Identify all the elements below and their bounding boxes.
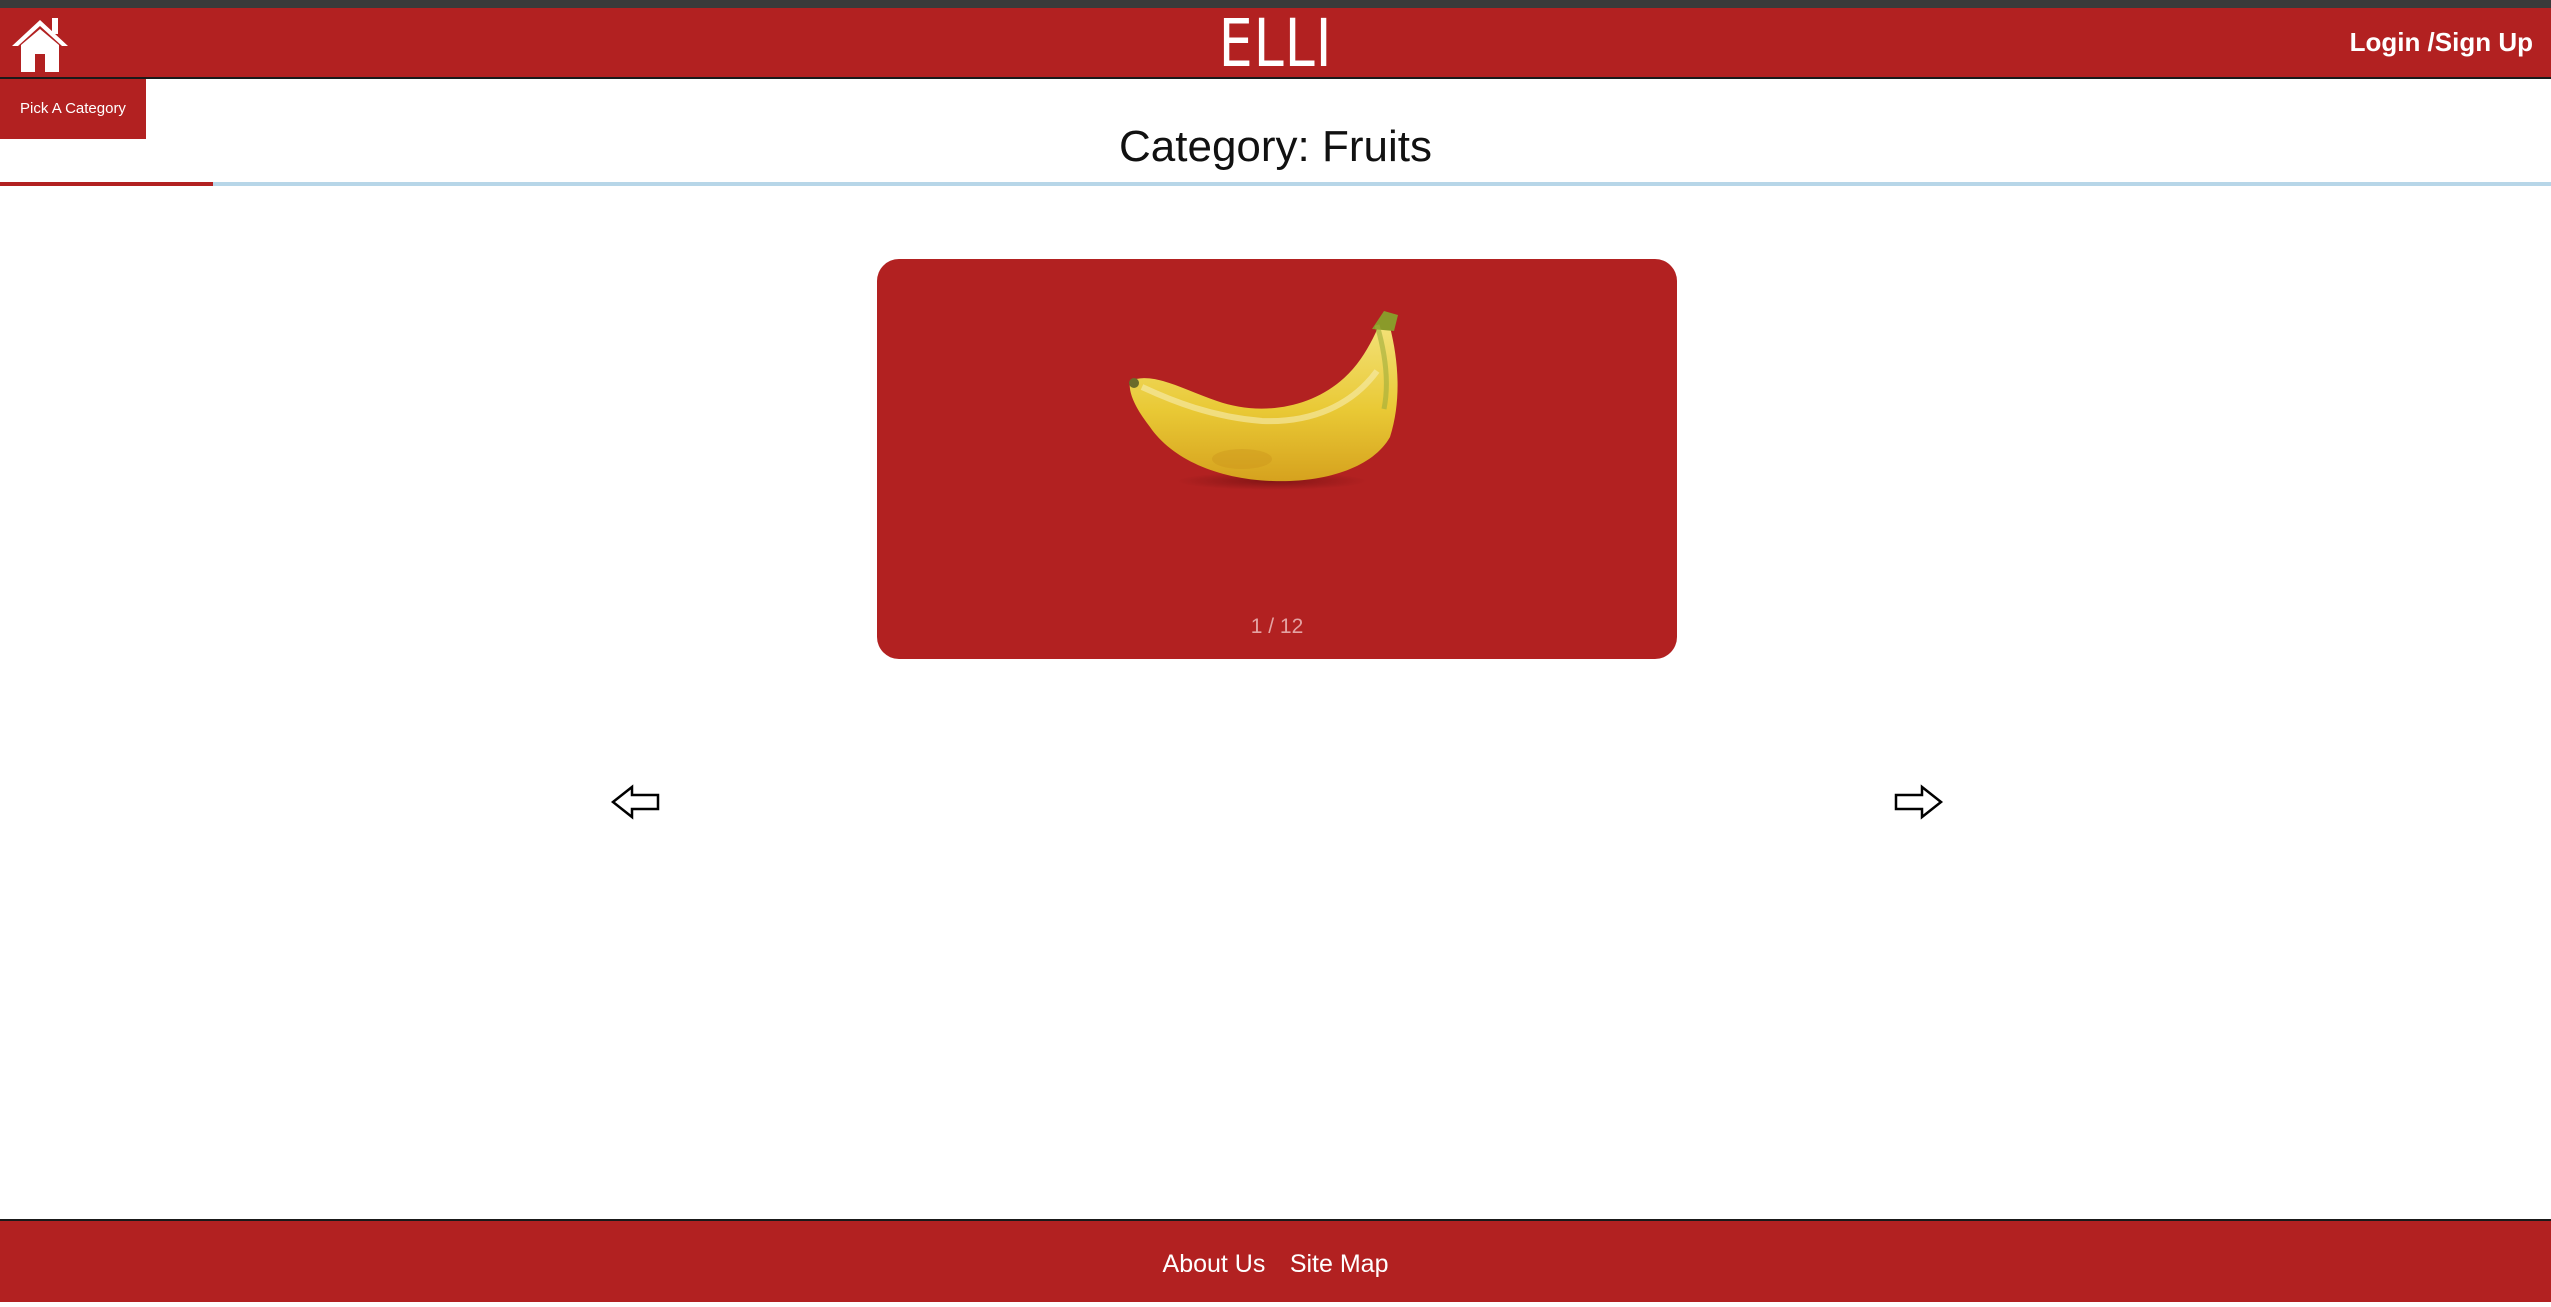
flashcard[interactable]: 1 / 12 <box>877 259 1677 659</box>
home-icon <box>12 18 68 72</box>
home-button[interactable] <box>8 14 72 74</box>
site-brand: ELLI <box>230 8 2322 80</box>
category-progress-fill <box>0 182 213 186</box>
banana-image <box>1129 311 1398 490</box>
footer-link-about-us[interactable]: About Us <box>1163 1221 1266 1307</box>
brand-text[interactable]: ELLI <box>1219 5 1333 82</box>
next-button[interactable] <box>1892 782 1944 822</box>
category-progress-bar <box>0 182 2551 186</box>
site-footer: About Us Site Map <box>0 1219 2551 1302</box>
arrow-right-icon <box>1894 784 1944 820</box>
previous-button[interactable] <box>610 782 662 822</box>
footer-link-site-map[interactable]: Site Map <box>1290 1221 1389 1307</box>
login-signup-link[interactable]: Login /Sign Up <box>2350 8 2533 77</box>
site-header: ELLI Login /Sign Up <box>0 8 2551 80</box>
arrow-left-icon <box>610 784 660 820</box>
page-title: Category: Fruits <box>1119 122 1432 171</box>
slide-counter: 1 / 12 <box>1250 615 1304 638</box>
